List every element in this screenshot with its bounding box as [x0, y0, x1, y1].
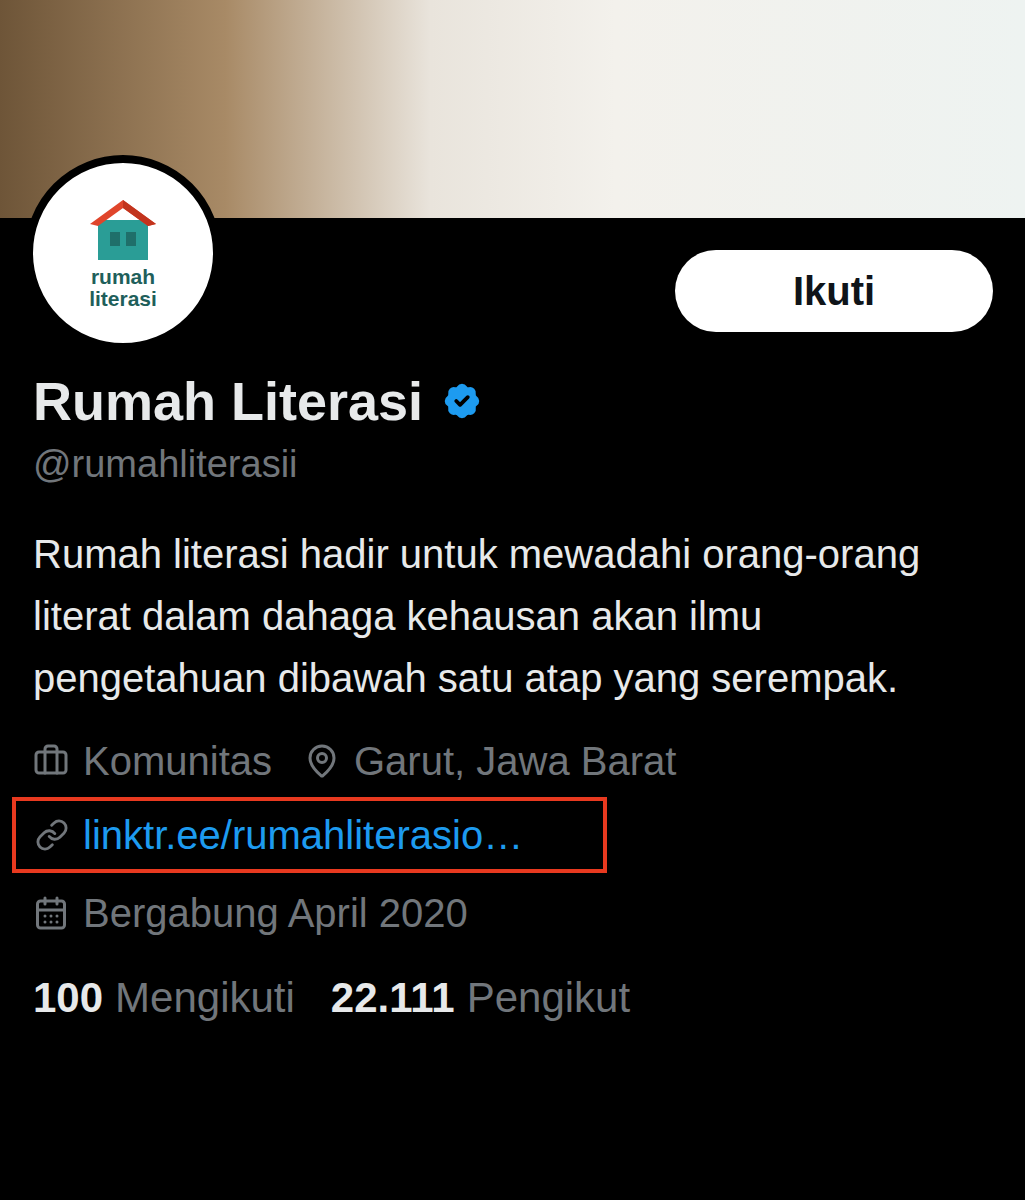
stat-item[interactable]: 100Mengikuti — [33, 971, 295, 1026]
name-row: Rumah Literasi — [33, 369, 993, 434]
profile-handle: @rumahliterasii — [33, 440, 993, 489]
avatar-text-line: literasi — [89, 288, 157, 310]
stat-count: 100 — [33, 971, 103, 1026]
stat-label: Mengikuti — [115, 971, 295, 1026]
stats-row: 100Mengikuti 22.111Pengikut — [33, 971, 993, 1026]
profile-bio: Rumah literasi hadir untuk mewadahi oran… — [33, 523, 993, 709]
profile-header: rumahliterasi Ikuti — [33, 218, 993, 351]
house-logo-icon — [88, 196, 158, 262]
link-highlight: linktr.ee/rumahliterasio… — [12, 797, 607, 873]
joined-date: Bergabung April 2020 — [33, 887, 468, 939]
avatar-text: rumahliterasi — [89, 266, 157, 310]
calendar-icon — [33, 895, 69, 931]
link-icon — [35, 818, 69, 852]
profile-avatar[interactable]: rumahliterasi — [25, 155, 221, 351]
follow-button[interactable]: Ikuti — [675, 250, 993, 332]
stat-label: Pengikut — [467, 971, 630, 1026]
location: Garut, Jawa Barat — [304, 735, 676, 787]
category: Komunitas — [33, 735, 272, 787]
joined-row: Bergabung April 2020 — [33, 887, 993, 939]
profile-page: rumahliterasi Ikuti Rumah Literasi @rumahli… — [0, 0, 1025, 1200]
profile-link[interactable]: linktr.ee/rumahliterasio… — [35, 809, 523, 861]
verified-badge-icon — [439, 378, 485, 424]
profile-body: rumahliterasi Ikuti Rumah Literasi @rumahli… — [0, 218, 1025, 1026]
avatar-text-line: rumah — [89, 266, 157, 288]
meta-row: Komunitas Garut, Jawa Barat — [33, 735, 993, 787]
stat-count: 22.111 — [331, 971, 455, 1026]
briefcase-icon — [33, 743, 69, 779]
stat-item[interactable]: 22.111Pengikut — [331, 971, 630, 1026]
profile-name: Rumah Literasi — [33, 369, 423, 434]
map-pin-icon — [304, 743, 340, 779]
